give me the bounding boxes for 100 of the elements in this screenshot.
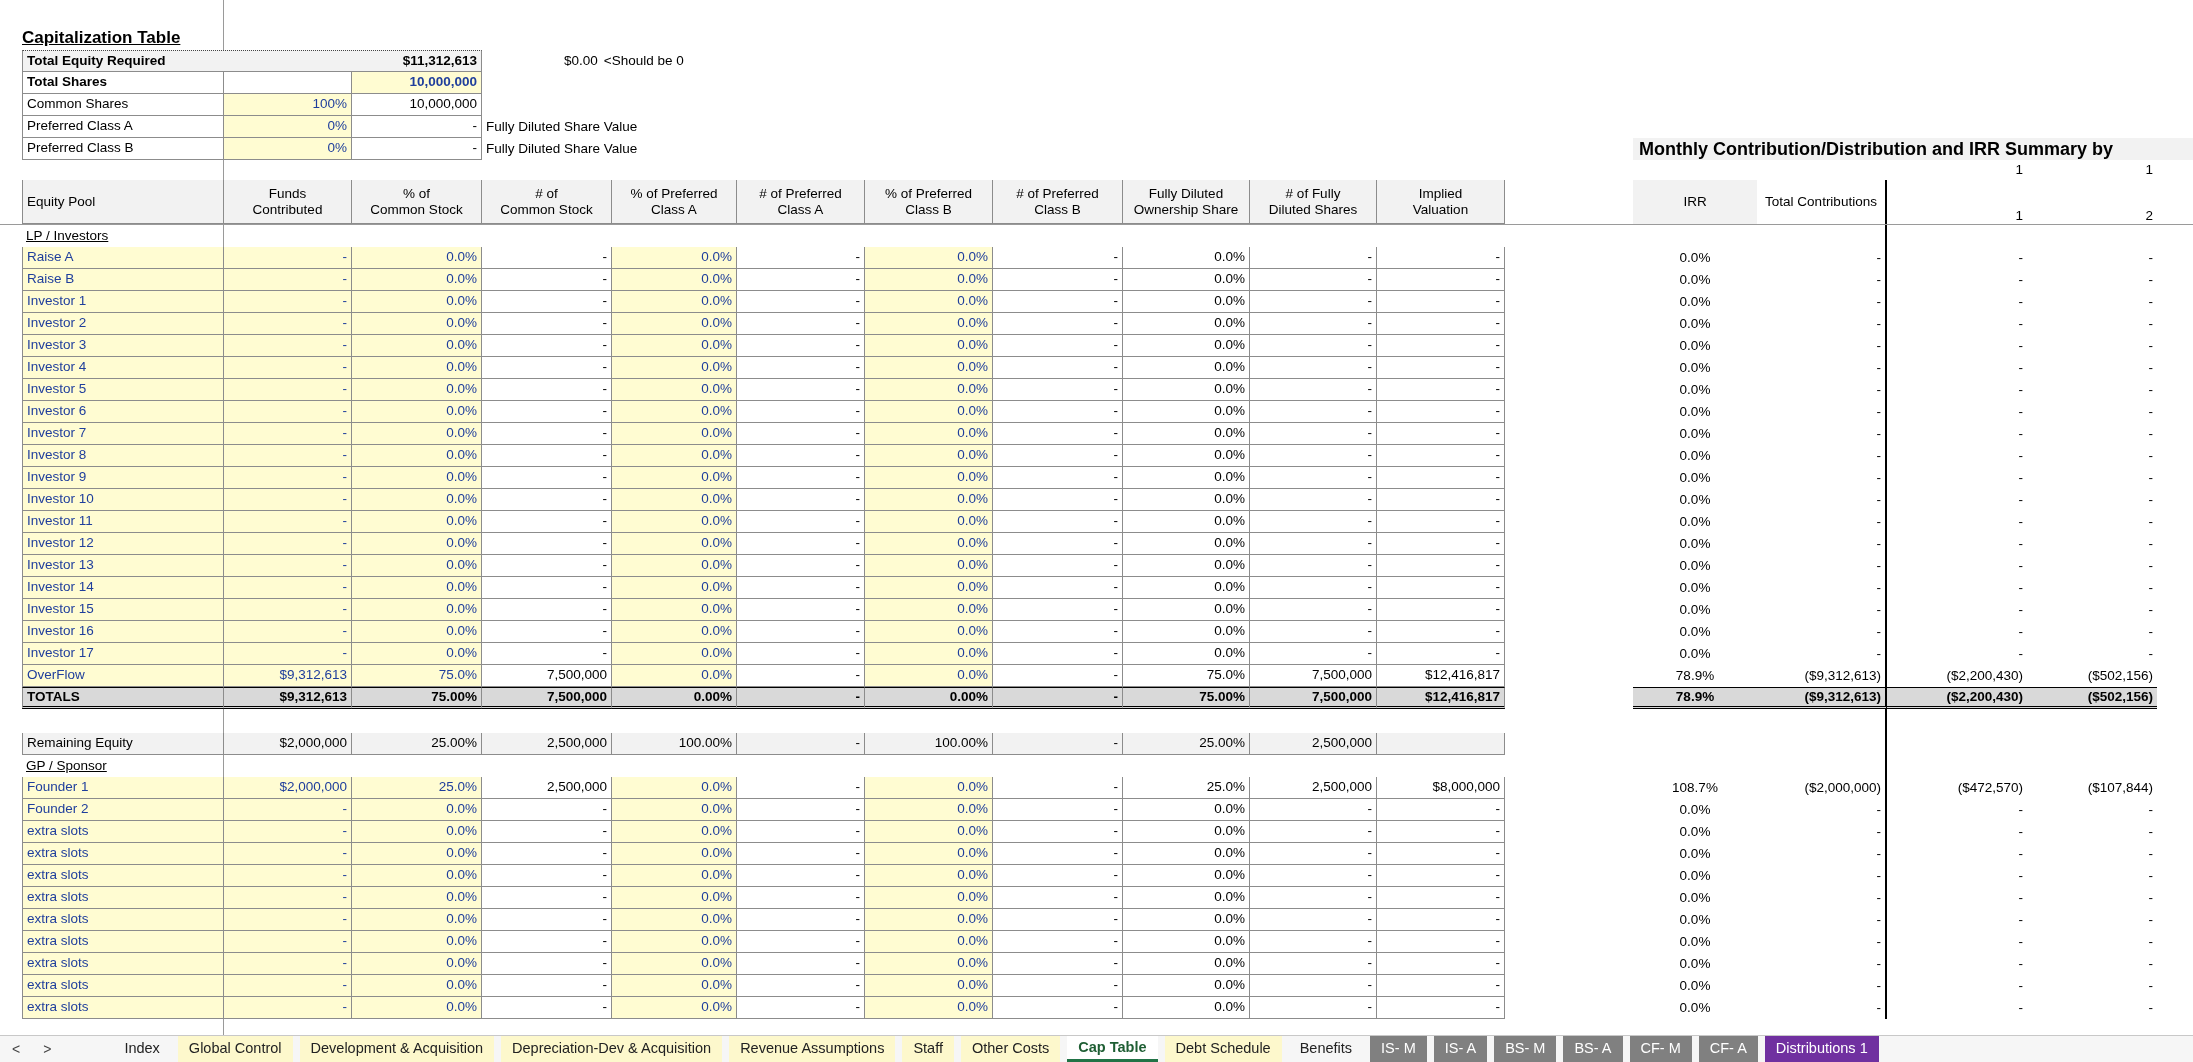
row-label: Investor 8 [22, 445, 224, 467]
table-cell: - [1757, 511, 1887, 533]
table-cell: 0.0% [352, 621, 482, 643]
table-cell: 0.0% [352, 291, 482, 313]
table-cell: - [1377, 247, 1505, 269]
column-header: Funds Contributed [224, 180, 352, 224]
table-cell: 0.0% [865, 467, 993, 489]
table-cell: 0.0% [352, 599, 482, 621]
table-cell: ($2,000,000) [1757, 777, 1887, 799]
table-cell: - [1377, 291, 1505, 313]
sheet-tab[interactable]: Cap Table [1067, 1036, 1158, 1062]
table-cell: - [1250, 357, 1377, 379]
table-cell-text: ($2,200,430) [1945, 666, 2024, 685]
table-cell: - [737, 733, 865, 755]
table-cell: 0.0% [1123, 821, 1250, 843]
sheet-tab[interactable]: BS- A [1563, 1036, 1623, 1062]
sheet-tab[interactable]: IS- M [1370, 1036, 1427, 1062]
table-cell-text: 0.0% [1678, 822, 1712, 841]
table-cell: 0.0% [612, 665, 737, 687]
table-cell-text: - [2017, 292, 2024, 311]
sheet-tab[interactable]: Staff [902, 1036, 954, 1062]
row-label: Investor 17 [22, 643, 224, 665]
table-cell: - [1757, 423, 1887, 445]
section-label: GP / Sponsor [25, 756, 108, 775]
table-cell: - [1757, 931, 1887, 953]
table-cell: 0.0% [612, 821, 737, 843]
table-cell: - [224, 975, 352, 997]
sheet-tab[interactable]: CF- M [1629, 1036, 1692, 1062]
table-cell: 0.0% [352, 357, 482, 379]
column-header: IRR [1633, 180, 1757, 224]
table-cell-text: - [2017, 358, 2024, 377]
table-cell: 0.0% [352, 379, 482, 401]
table-cell: - [993, 931, 1123, 953]
table-cell: - [1757, 799, 1887, 821]
table-cell: 0.0% [352, 533, 482, 555]
table-cell-text: - [2147, 490, 2154, 509]
sheet-tab[interactable]: Global Control [177, 1036, 293, 1062]
table-cell: 0.0% [1123, 269, 1250, 291]
table-cell: 0.0% [612, 975, 737, 997]
sheet-tab[interactable]: CF- A [1698, 1036, 1758, 1062]
sheet-tab[interactable]: Revenue Assumptions [729, 1036, 896, 1062]
table-cell: $9,312,613 [224, 665, 352, 687]
sheet-tab[interactable]: BS- M [1494, 1036, 1557, 1062]
row-label: Investor 15 [22, 599, 224, 621]
sheet-tab[interactable]: Distributions 1 [1764, 1036, 1879, 1062]
table-cell: - [1757, 313, 1887, 335]
sheet-tab[interactable]: Other Costs [960, 1036, 1061, 1062]
table-cell: 0.0% [865, 533, 993, 555]
row-label: Investor 16 [22, 621, 224, 643]
sheet-tab[interactable]: Index [113, 1036, 171, 1062]
table-cell-text: - [2147, 822, 2154, 841]
table-cell-text: - [2147, 844, 2154, 863]
table-cell-text: - [2017, 998, 2024, 1017]
table-cell: 0.0% [1123, 445, 1250, 467]
column-header: 2 [2144, 207, 2154, 224]
section-title: Monthly Contribution/Distribution and IRR Summary by [1633, 138, 2193, 160]
table-cell-text: - [2017, 932, 2024, 951]
table-cell: 0.0% [865, 865, 993, 887]
table-cell: 0.0% [865, 975, 993, 997]
table-cell: - [1250, 997, 1377, 1019]
sheet-tab[interactable]: IS- A [1433, 1036, 1488, 1062]
table-cell: 0.0% [352, 577, 482, 599]
table-cell: 0.0% [612, 953, 737, 975]
next-sheet-button[interactable]: > [35, 1036, 60, 1062]
table-cell: - [1377, 555, 1505, 577]
sheet-tab[interactable]: Benefits [1288, 1036, 1364, 1062]
previous-sheet-button[interactable]: < [4, 1036, 29, 1062]
table-cell: 0.0% [1123, 423, 1250, 445]
table-cell: - [1757, 975, 1887, 997]
column-header: Equity Pool [22, 180, 224, 224]
row-label: Investor 1 [22, 291, 224, 313]
row-label: Investor 4 [22, 357, 224, 379]
table-cell: 0.0% [612, 335, 737, 357]
sheet-tab[interactable]: Debt Schedule [1164, 1036, 1282, 1062]
table-cell-text: - [2017, 888, 2024, 907]
table-cell: - [993, 423, 1123, 445]
column-header: % of Preferred Class A [612, 180, 737, 224]
table-cell: $9,312,613 [224, 687, 352, 709]
column-header: Total Contributions [1757, 180, 1887, 224]
table-cell: - [1757, 489, 1887, 511]
table-cell: ($9,312,613) [1757, 687, 1887, 709]
table-cell: 0.0% [1123, 467, 1250, 489]
table-cell: 7,500,000 [1250, 687, 1377, 709]
column-header: Fully Diluted Ownership Share [1123, 180, 1250, 224]
sheet-tab[interactable]: Depreciation-Dev & Acquisition [501, 1036, 723, 1062]
table-cell: $12,416,817 [1377, 687, 1505, 709]
row-label: Investor 6 [22, 401, 224, 423]
table-cell: - [1377, 931, 1505, 953]
row-label: extra slots [22, 975, 224, 997]
table-cell: 0.0% [352, 423, 482, 445]
table-cell: 0.0% [865, 643, 993, 665]
column-header: 1 [2014, 207, 2024, 224]
sheet-tab[interactable]: Development & Acquisition [299, 1036, 495, 1062]
table-cell-text: - [2147, 468, 2154, 487]
column-header: Implied Valuation [1377, 180, 1505, 224]
row-label: Common Shares [22, 94, 224, 116]
check-value: $0.00 [563, 51, 599, 70]
table-cell: - [1250, 577, 1377, 599]
table-cell: - [993, 445, 1123, 467]
table-cell: - [1377, 357, 1505, 379]
